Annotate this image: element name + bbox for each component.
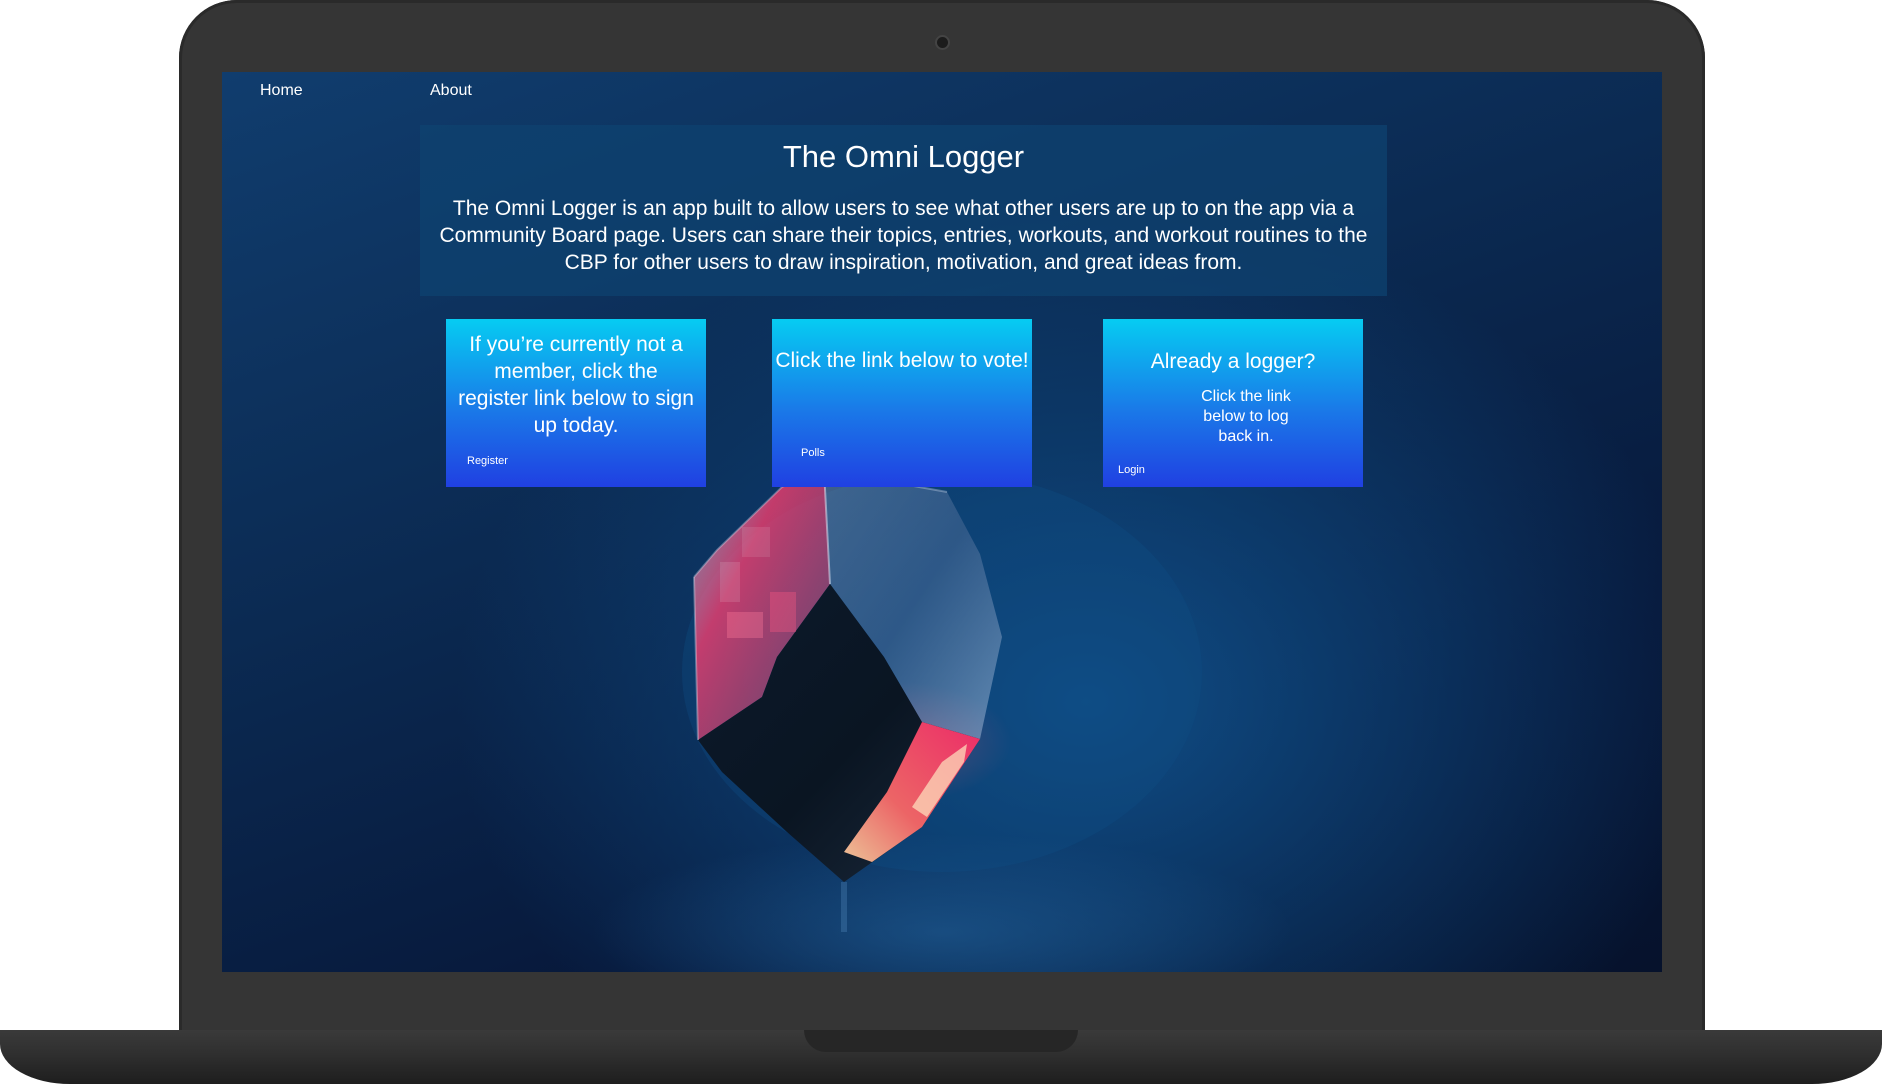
camera-icon xyxy=(937,37,948,48)
nav-home-link[interactable]: Home xyxy=(260,82,303,100)
nav-about-link[interactable]: About xyxy=(430,82,472,100)
hero-description: The Omni Logger is an app built to allow… xyxy=(439,197,1368,274)
login-card-subtext: Click the link below to log back in. xyxy=(1201,388,1291,445)
polls-card-heading: Click the link below to vote! xyxy=(775,349,1029,372)
login-link[interactable]: Login xyxy=(1118,464,1145,476)
hero-panel: The Omni Logger The Omni Logger is an ap… xyxy=(420,125,1387,296)
page-title: The Omni Logger xyxy=(782,139,1025,174)
laptop-base-notch xyxy=(804,1030,1078,1052)
screen: Home About The Omni Logger The Omni Logg… xyxy=(222,72,1662,972)
login-card: Already a logger? Click the link below t… xyxy=(1103,319,1363,487)
register-card-heading: If you’re currently not a member, click … xyxy=(458,333,694,437)
login-card-heading: Already a logger? xyxy=(1150,350,1316,373)
polls-card: Click the link below to vote! Polls xyxy=(772,319,1032,487)
polls-link[interactable]: Polls xyxy=(801,447,825,459)
register-card: If you’re currently not a member, click … xyxy=(446,319,706,487)
register-link[interactable]: Register xyxy=(467,455,508,467)
